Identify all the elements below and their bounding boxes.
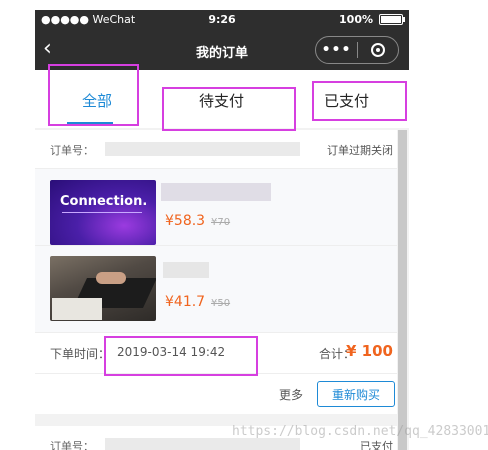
order-header: 订单号： 订单过期关闭 bbox=[35, 130, 397, 169]
highlight-box-order-time bbox=[104, 336, 258, 376]
scrollbar[interactable] bbox=[398, 130, 407, 450]
highlight-box-tab-all bbox=[48, 64, 139, 126]
total-amount: ¥ 100 bbox=[346, 342, 393, 360]
highlight-box-tab-pending bbox=[162, 87, 296, 131]
order-actions: 更多 重新购买 bbox=[35, 374, 397, 414]
battery-percent: 100% bbox=[339, 13, 373, 26]
redacted-order-number bbox=[105, 438, 300, 450]
item-original-price: ¥50 bbox=[211, 298, 231, 309]
order-item[interactable]: Connection. ¥58.3 ¥70 bbox=[35, 169, 397, 246]
order-status: 订单过期关闭 bbox=[327, 144, 393, 157]
battery-icon bbox=[379, 14, 405, 25]
item-price: ¥41.7 bbox=[165, 294, 206, 310]
more-menu-icon[interactable]: ••• bbox=[316, 42, 357, 58]
order-item[interactable]: ¥41.7 ¥50 bbox=[35, 246, 397, 333]
item-price: ¥58.3 bbox=[165, 213, 206, 229]
redacted-product-title bbox=[163, 262, 209, 278]
product-thumbnail bbox=[50, 256, 156, 321]
order-time-label: 下单时间： bbox=[50, 347, 111, 361]
order-status: 已支付 bbox=[360, 440, 393, 450]
miniprogram-capsule: ••• bbox=[315, 36, 399, 64]
watermark: https://blog.csdn.net/qq_42833001 bbox=[232, 424, 488, 439]
redacted-product-title bbox=[161, 183, 271, 201]
thumbnail-text: Connection. bbox=[60, 194, 148, 209]
order-number-label: 订单号： bbox=[50, 144, 94, 157]
product-thumbnail: Connection. bbox=[50, 180, 156, 245]
close-miniprogram-button[interactable] bbox=[358, 43, 398, 57]
status-bar: ●●●●● WeChat 9:26 100% bbox=[35, 10, 409, 30]
item-original-price: ¥70 bbox=[211, 217, 231, 228]
rebuy-button[interactable]: 重新购买 bbox=[317, 381, 395, 407]
highlight-box-tab-paid bbox=[312, 81, 407, 121]
redacted-order-number bbox=[105, 142, 300, 156]
more-link[interactable]: 更多 bbox=[279, 386, 303, 403]
order-number-label: 订单号： bbox=[50, 440, 94, 450]
target-icon bbox=[370, 43, 385, 57]
